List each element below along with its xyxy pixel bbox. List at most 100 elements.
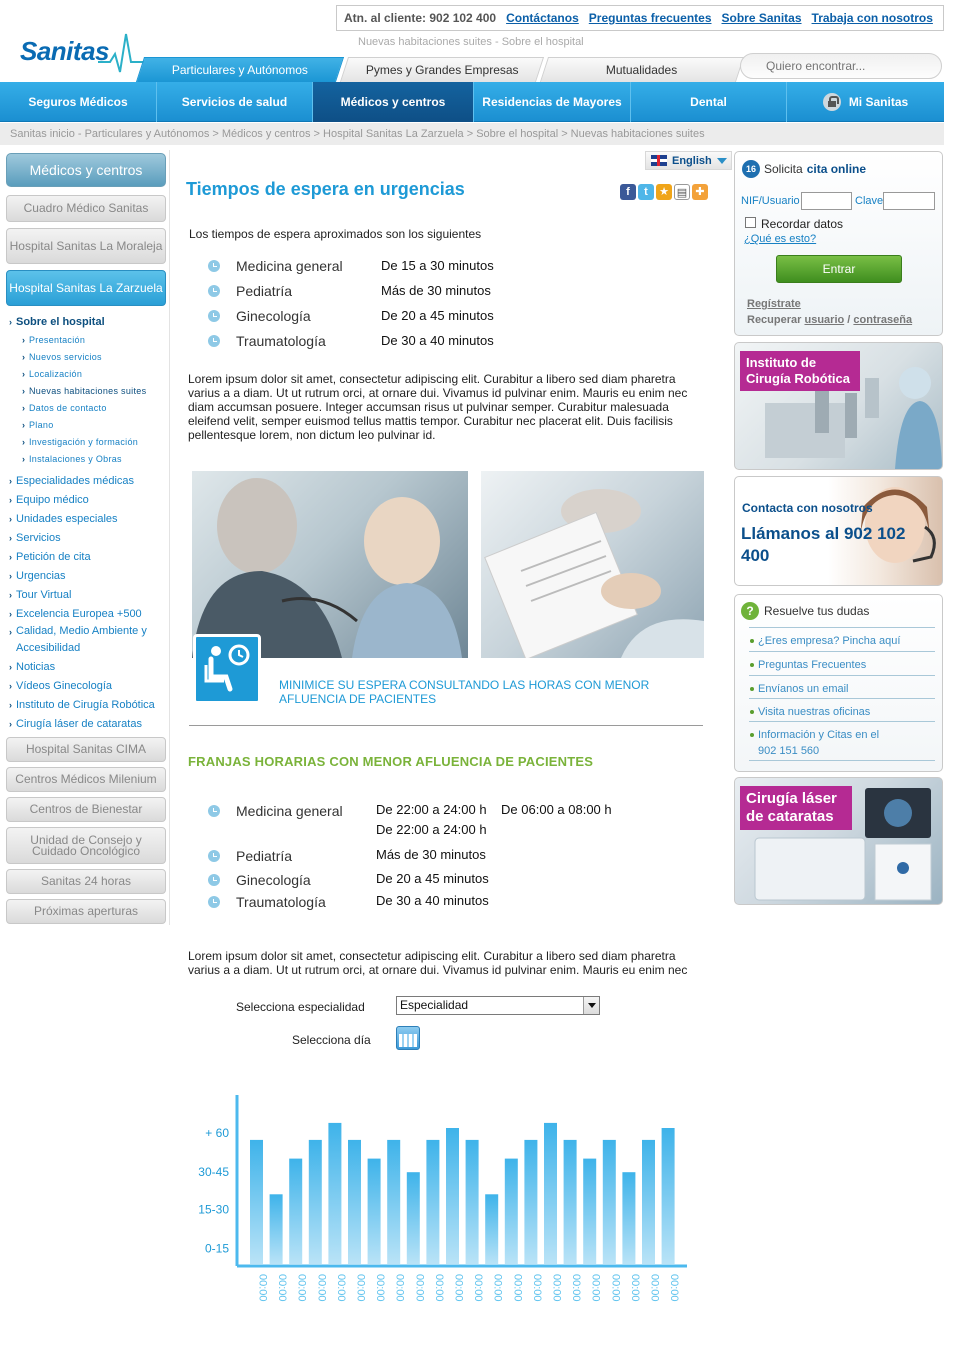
link-sobre-sanitas[interactable]: Sobre Sanitas xyxy=(722,11,802,25)
nav-mi-sanitas[interactable]: Mi Sanitas xyxy=(787,82,944,122)
sidebar-subitem-active[interactable]: › Nuevas habitaciones suites xyxy=(6,382,166,399)
breadcrumb[interactable]: Sanitas inicio - Particulares y Autónomo… xyxy=(0,123,944,145)
link-preguntas[interactable]: Preguntas frecuentes xyxy=(589,11,712,25)
nav-dental[interactable]: Dental xyxy=(631,82,787,122)
sidebar-subitem[interactable]: › Instalaciones y Obras xyxy=(6,450,166,467)
sidebar-item-sobre[interactable]: › Sobre el hospital xyxy=(6,312,166,331)
nav-seguros[interactable]: Seguros Médicos xyxy=(0,82,157,122)
franja-row: Ginecología De 20 a 45 minutos xyxy=(208,869,678,891)
logo-text: Sanitas xyxy=(20,36,110,66)
robot-surgery-banner[interactable]: Instituto de Cirugía Robótica xyxy=(734,342,943,470)
share-icons: f t ★ ▤ ✚ xyxy=(620,184,708,200)
tab-particulares[interactable]: Particulares y Autónomos xyxy=(135,57,345,82)
sanitas-logo[interactable]: Sanitas xyxy=(18,28,148,82)
sidebar-item[interactable]: › Servicios xyxy=(6,528,166,547)
intro-text: Los tiempos de espera aproximados son lo… xyxy=(189,227,482,241)
link-contactanos[interactable]: Contáctanos xyxy=(506,11,579,25)
chevron-down-icon xyxy=(716,157,727,164)
chart-bar xyxy=(387,1139,401,1264)
sidebar-btn-zarzuela[interactable]: Hospital Sanitas La Zarzuela xyxy=(6,270,166,306)
sidebar-item[interactable]: › Excelencia Europea +500 xyxy=(6,604,166,623)
share-icon[interactable]: ✚ xyxy=(692,184,708,200)
tab-pymes[interactable]: Pymes y Grandes Empresas xyxy=(339,57,545,82)
sidebar-sublist: › Sobre el hospital › Presentación › Nuevos… xyxy=(6,312,166,733)
dudas-item[interactable]: ¿Eres empresa? Pincha aquí xyxy=(749,627,935,651)
sidebar-btn-oncologico[interactable]: Unidad de Consejo y Cuidado Oncológico xyxy=(6,827,166,864)
chart-bar xyxy=(426,1139,440,1264)
usuario-link[interactable]: usuario xyxy=(804,314,844,326)
search-input[interactable] xyxy=(766,59,926,73)
page-title: Tiempos de espera en urgencias xyxy=(186,179,465,199)
nif-input[interactable] xyxy=(801,192,852,210)
sidebar-btn-cuadro[interactable]: Cuadro Médico Sanitas xyxy=(6,195,166,222)
chart-x-tick-label: 00:00 xyxy=(472,1274,484,1302)
chart-bar xyxy=(446,1128,459,1264)
sidebar-item[interactable]: › Cirugía láser de cataratas xyxy=(6,714,166,733)
laser-cataract-banner[interactable]: Cirugía láser de cataratas xyxy=(734,777,943,905)
sidebar-btn-milenium[interactable]: Centros Médicos Milenium xyxy=(6,767,166,792)
search-box xyxy=(740,53,942,79)
sidebar-btn-cima[interactable]: Hospital Sanitas CIMA xyxy=(6,737,166,762)
sidebar-item[interactable]: › Unidades especiales xyxy=(6,509,166,528)
facebook-icon[interactable]: f xyxy=(620,184,636,200)
chevron-right-icon: › xyxy=(9,680,12,691)
sidebar-subitem[interactable]: › Localización xyxy=(6,365,166,382)
segment-tabs: Particulares y Autónomos Pymes y Grandes… xyxy=(135,57,745,82)
wait-banner-text[interactable]: MINIMICE SU ESPERA CONSULTANDO LAS HORAS… xyxy=(279,678,679,706)
nav-servicios[interactable]: Servicios de salud xyxy=(157,82,313,122)
sidebar-item[interactable]: › Calidad, Medio Ambiente y Accesibilidad xyxy=(6,623,166,657)
dudas-item[interactable]: Visita nuestras oficinas xyxy=(749,698,935,722)
calendar-icon[interactable] xyxy=(396,1026,420,1050)
clave-label: Clave xyxy=(855,195,884,207)
sidebar-subitem[interactable]: › Plano xyxy=(6,416,166,433)
que-es-link[interactable]: ¿Qué es esto? xyxy=(744,233,816,245)
registrate-link[interactable]: Regístrate xyxy=(747,298,801,310)
dudas-item[interactable]: Información y Citas en el 902 151 560 xyxy=(749,721,935,761)
contact-banner[interactable]: Contacta con nosotros Llámanos al 902 10… xyxy=(734,476,943,586)
especialidad-select[interactable]: Especialidad xyxy=(396,996,600,1015)
dudas-item[interactable]: Envíanos un email xyxy=(749,675,935,699)
sidebar-item[interactable]: › Urgencias xyxy=(6,566,166,585)
sidebar-item[interactable]: › Especialidades médicas xyxy=(6,471,166,490)
print-icon[interactable]: ▤ xyxy=(674,184,690,200)
sidebar-subitem[interactable]: › Nuevos servicios xyxy=(6,348,166,365)
entrar-button[interactable]: Entrar xyxy=(776,255,902,283)
dudas-item[interactable]: Preguntas Frecuentes xyxy=(749,651,935,675)
chart-bar xyxy=(485,1194,499,1264)
sidebar-subitem[interactable]: › Investigación y formación xyxy=(6,433,166,450)
nav-residencias[interactable]: Residencias de Mayores xyxy=(474,82,631,122)
sidebar-item[interactable]: › Vídeos Ginecología xyxy=(6,676,166,695)
sidebar-btn-24h[interactable]: Sanitas 24 horas xyxy=(6,869,166,894)
tab-mutualidades[interactable]: Mutualidades xyxy=(539,57,745,82)
language-selector[interactable]: English xyxy=(645,151,732,170)
sidebar-btn-aperturas[interactable]: Próximas aperturas xyxy=(6,899,166,924)
chart-x-tick-label: 00:00 xyxy=(668,1274,680,1302)
especialidad-label: Selecciona especialidad xyxy=(236,1000,365,1014)
recordar-checkbox[interactable] xyxy=(745,217,756,228)
recuperar-row: Recuperar usuario / contraseña xyxy=(747,314,913,326)
clock-icon xyxy=(208,874,220,886)
chevron-right-icon: › xyxy=(22,385,26,396)
chart-x-tick-label: 00:00 xyxy=(531,1274,543,1302)
nav-medicos[interactable]: Médicos y centros xyxy=(313,82,474,122)
contrasena-link[interactable]: contraseña xyxy=(853,314,912,326)
sidebar-item[interactable]: › Tour Virtual xyxy=(6,585,166,604)
sidebar-item[interactable]: › Equipo médico xyxy=(6,490,166,509)
chart-x-tick-label: 00:00 xyxy=(257,1274,269,1302)
chevron-right-icon: › xyxy=(9,570,12,581)
chart-x-tick-label: 00:00 xyxy=(649,1274,661,1302)
sidebar-header[interactable]: Médicos y centros xyxy=(6,153,166,187)
sidebar-btn-moraleja[interactable]: Hospital Sanitas La Moraleja xyxy=(6,228,166,264)
sidebar-btn-bienestar[interactable]: Centros de Bienestar xyxy=(6,797,166,822)
cita-header: 16 Solicita cita online xyxy=(742,160,866,178)
favorite-star-icon[interactable]: ★ xyxy=(656,184,672,200)
sidebar-item[interactable]: › Noticias xyxy=(6,657,166,676)
sidebar-item[interactable]: › Instituto de Cirugía Robótica xyxy=(6,695,166,714)
link-trabaja[interactable]: Trabaja con nosotros xyxy=(812,11,933,25)
chevron-right-icon: › xyxy=(9,316,12,327)
sidebar-subitem[interactable]: › Datos de contacto xyxy=(6,399,166,416)
twitter-icon[interactable]: t xyxy=(638,184,654,200)
sidebar-subitem[interactable]: › Presentación xyxy=(6,331,166,348)
sidebar-item[interactable]: › Petición de cita xyxy=(6,547,166,566)
clave-input[interactable] xyxy=(883,192,935,210)
